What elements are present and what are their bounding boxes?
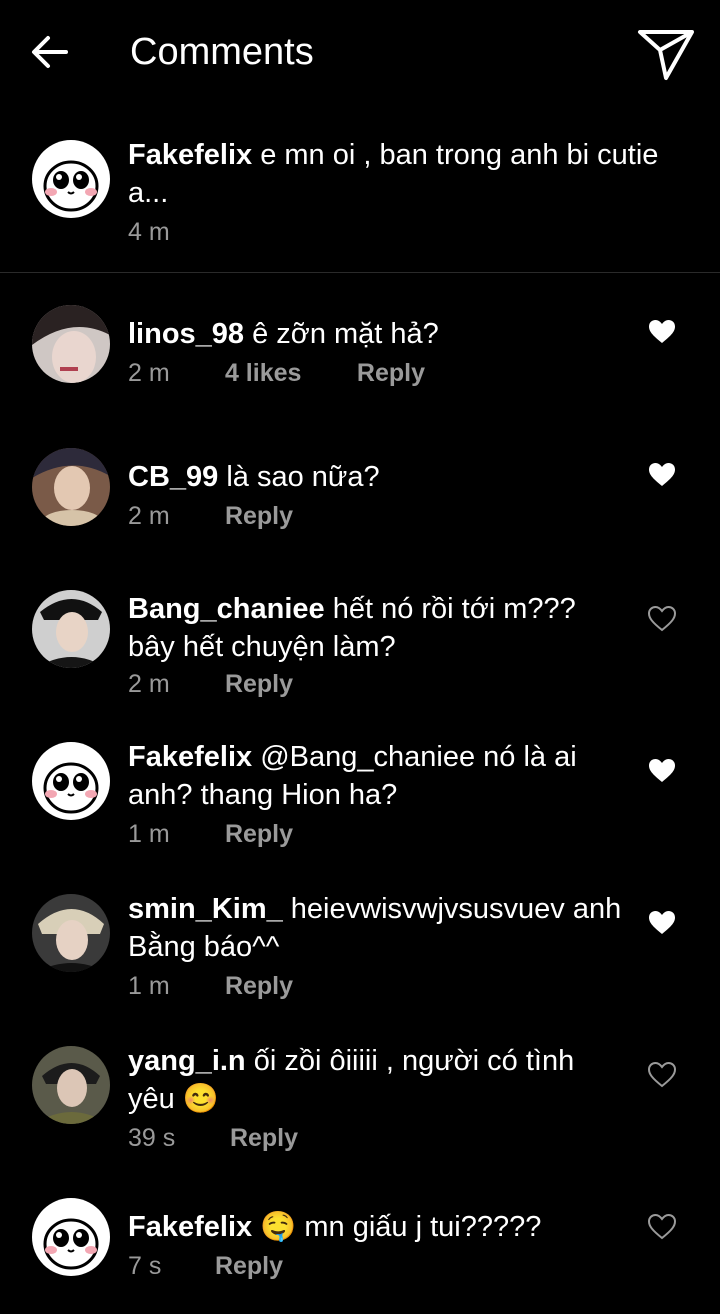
avatar-bang-chaniee[interactable] (32, 590, 110, 668)
reply-button[interactable]: Reply (215, 1252, 283, 1281)
post-caption: Fakefelix e mn oi , ban trong anh bi cut… (0, 130, 720, 273)
reply-button[interactable]: Reply (230, 1124, 298, 1153)
avatar-fakefelix[interactable] (32, 1198, 110, 1276)
paper-plane-icon (638, 30, 694, 80)
comment-username[interactable]: smin_Kim_ (128, 893, 283, 925)
reply-button[interactable]: Reply (225, 670, 293, 699)
heart-outline-icon[interactable] (648, 1062, 676, 1088)
caption-text: Fakefelix e mn oi , ban trong anh bi cut… (128, 136, 700, 212)
comment-time: 39 s (128, 1124, 176, 1152)
arrow-left-icon (32, 36, 68, 68)
avatar-cb-99[interactable] (32, 448, 110, 526)
avatar-linos-98[interactable] (32, 305, 110, 383)
comment-text: 🤤 mn giấu j tui????? (260, 1211, 542, 1243)
reply-button[interactable]: Reply (225, 502, 293, 531)
heart-outline-icon[interactable] (648, 606, 676, 632)
avatar-fakefelix[interactable] (32, 140, 110, 218)
comment-time: 2 m (128, 502, 170, 530)
comment-username[interactable]: Bang_chaniee (128, 593, 325, 625)
caption-username[interactable]: Fakefelix (128, 139, 252, 171)
likes-count[interactable]: 4 likes (225, 359, 350, 388)
comment-time: 1 m (128, 972, 170, 1000)
heart-outline-icon[interactable] (648, 1214, 676, 1240)
comment-username[interactable]: linos_98 (128, 318, 244, 350)
heart-filled-icon[interactable] (648, 462, 676, 488)
comment-username[interactable]: Fakefelix (128, 741, 252, 773)
reply-button[interactable]: Reply (357, 359, 425, 388)
comment-username[interactable]: Fakefelix (128, 1211, 252, 1243)
comment-username[interactable]: CB_99 (128, 461, 218, 493)
comment-time: 1 m (128, 820, 170, 848)
share-button[interactable] (636, 26, 696, 82)
heart-filled-icon[interactable] (648, 319, 676, 345)
comment-text: là sao nữa? (226, 461, 380, 493)
caption-time: 4 m (128, 218, 170, 246)
comment-time: 2 m (128, 670, 170, 698)
back-button[interactable] (28, 30, 72, 74)
avatar-smin-kim[interactable] (32, 894, 110, 972)
avatar-yang-i-n[interactable] (32, 1046, 110, 1124)
comment-time: 7 s (128, 1252, 162, 1280)
comment-text: ê zỡn mặt hả? (252, 318, 439, 350)
top-bar: Comments (0, 0, 720, 106)
comment-username[interactable]: yang_i.n (128, 1045, 246, 1077)
comment-time: 2 m (128, 359, 170, 387)
reply-button[interactable]: Reply (225, 820, 293, 849)
heart-filled-icon[interactable] (648, 910, 676, 936)
reply-button[interactable]: Reply (225, 972, 293, 1001)
avatar-fakefelix[interactable] (32, 742, 110, 820)
heart-filled-icon[interactable] (648, 758, 676, 784)
page-title: Comments (130, 31, 314, 73)
